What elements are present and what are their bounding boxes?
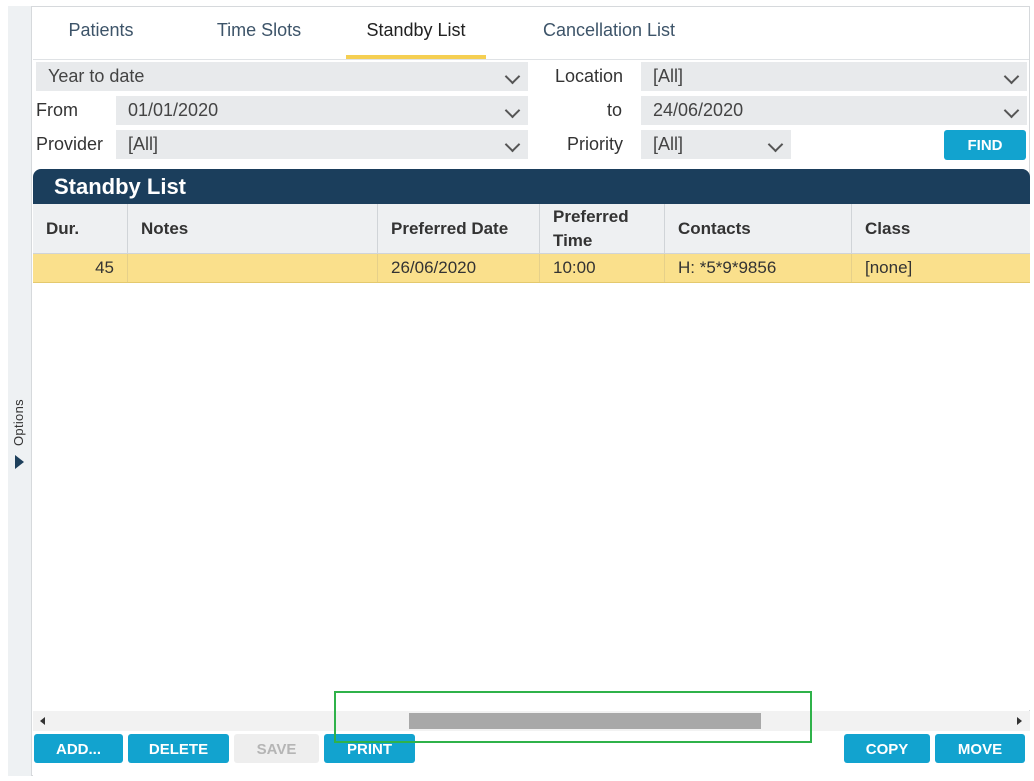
copy-button[interactable]: COPY: [844, 734, 930, 763]
to-date-select[interactable]: 24/06/2020: [641, 96, 1027, 125]
grid-header: Dur. Notes Preferred Date Preferred Time…: [33, 204, 1030, 254]
column-header-preferred-time[interactable]: Preferred Time: [540, 204, 665, 254]
cell-contacts: H: *5*9*9856: [665, 254, 852, 282]
scrollbar-thumb[interactable]: [409, 713, 761, 729]
chevron-down-icon: [504, 102, 521, 119]
to-date-value: 24/06/2020: [653, 100, 744, 120]
column-header-class[interactable]: Class: [852, 204, 1030, 254]
cell-preferred-time: 10:00: [540, 254, 665, 282]
grid-empty-area: [33, 283, 1030, 710]
panel-title: Standby List: [33, 169, 1030, 204]
chevron-down-icon: [767, 136, 784, 153]
provider-label: Provider: [36, 134, 104, 154]
location-value: [All]: [653, 66, 684, 86]
cell-dur: 45: [33, 254, 128, 282]
from-date-value: 01/01/2020: [128, 100, 219, 120]
priority-label: Priority: [567, 134, 624, 154]
provider-select[interactable]: [All]: [116, 130, 528, 159]
add-button[interactable]: ADD...: [34, 734, 123, 763]
chevron-down-icon: [1003, 102, 1020, 119]
column-header-notes[interactable]: Notes: [128, 204, 378, 254]
location-select[interactable]: [All]: [641, 62, 1027, 91]
options-panel-toggle[interactable]: Options: [8, 6, 32, 776]
expand-arrow-icon[interactable]: [15, 455, 24, 469]
cell-preferred-date: 26/06/2020: [378, 254, 540, 282]
tab-patients[interactable]: Patients: [57, 6, 145, 58]
from-label: From: [36, 100, 78, 120]
table-row[interactable]: 45 26/06/2020 10:00 H: *5*9*9856 [none]: [33, 254, 1030, 283]
cell-notes: [128, 254, 378, 282]
location-label: Location: [555, 66, 624, 86]
priority-value: [All]: [653, 134, 684, 154]
period-select[interactable]: Year to date: [36, 62, 528, 91]
move-button[interactable]: MOVE: [935, 734, 1025, 763]
column-header-contacts[interactable]: Contacts: [665, 204, 852, 254]
tab-time-slots[interactable]: Time Slots: [205, 6, 313, 58]
chevron-down-icon: [504, 68, 521, 85]
to-label: to: [607, 100, 623, 120]
print-button[interactable]: PRINT: [324, 734, 415, 763]
chevron-down-icon: [504, 136, 521, 153]
tab-bar: Patients Time Slots Standby List Cancell…: [33, 6, 1029, 60]
scroll-right-arrow-icon[interactable]: [1017, 717, 1022, 725]
tab-cancellation-list[interactable]: Cancellation List: [533, 6, 685, 58]
from-date-select[interactable]: 01/01/2020: [116, 96, 528, 125]
column-header-dur[interactable]: Dur.: [33, 204, 128, 254]
period-value: Year to date: [48, 66, 145, 86]
scroll-left-arrow-icon[interactable]: [40, 717, 45, 725]
horizontal-scrollbar[interactable]: [33, 711, 1030, 731]
column-header-preferred-date[interactable]: Preferred Date: [378, 204, 540, 254]
provider-value: [All]: [128, 134, 159, 154]
priority-select[interactable]: [All]: [641, 130, 791, 159]
chevron-down-icon: [1003, 68, 1020, 85]
options-label: Options: [11, 399, 26, 446]
delete-button[interactable]: DELETE: [128, 734, 229, 763]
save-button[interactable]: SAVE: [234, 734, 319, 763]
find-button[interactable]: FIND: [944, 130, 1026, 160]
tab-standby-list[interactable]: Standby List: [346, 6, 486, 59]
cell-class: [none]: [865, 258, 913, 277]
